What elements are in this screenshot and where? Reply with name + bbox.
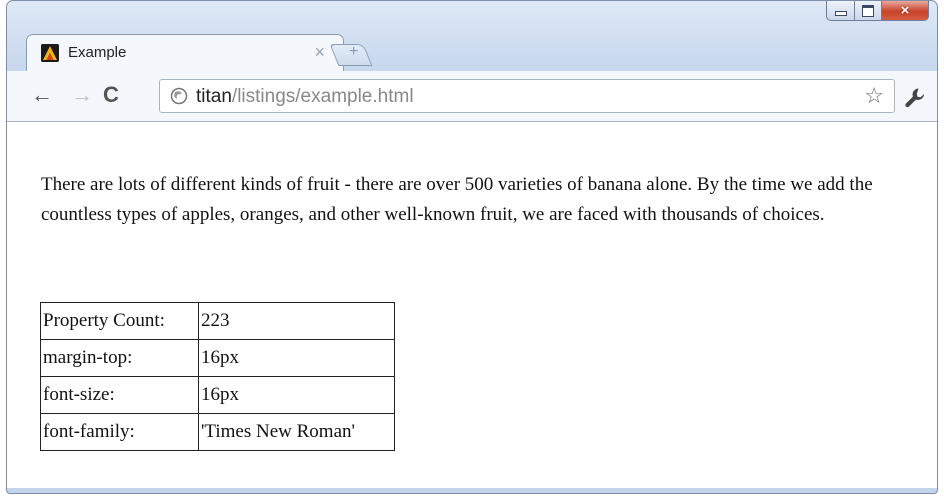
window-controls: × bbox=[826, 1, 929, 23]
wrench-icon[interactable] bbox=[903, 86, 927, 110]
page-icon bbox=[170, 87, 188, 105]
property-key: margin-top: bbox=[40, 339, 199, 377]
url-text: titan/listings/example.html bbox=[196, 86, 414, 108]
intro-paragraph: There are lots of different kinds of fru… bbox=[41, 174, 873, 225]
property-value: 16px bbox=[198, 376, 395, 414]
url-path: /listings/example.html bbox=[231, 86, 414, 107]
table-row: Property Count: 223 bbox=[40, 302, 395, 340]
minimize-icon bbox=[834, 11, 847, 16]
reload-button[interactable]: C bbox=[103, 81, 119, 109]
bookmark-star-icon[interactable]: ☆ bbox=[864, 83, 884, 109]
close-window-button[interactable]: × bbox=[882, 1, 929, 21]
maximize-button[interactable] bbox=[855, 1, 882, 21]
property-value: 'Times New Roman' bbox=[198, 413, 395, 451]
forward-button[interactable]: → bbox=[71, 81, 93, 109]
toolbar: ← → C titan/listings/example.html ☆ bbox=[7, 71, 937, 122]
property-key: Property Count: bbox=[40, 302, 199, 340]
tab-close-icon[interactable]: × bbox=[314, 42, 325, 63]
maximize-icon bbox=[862, 4, 874, 17]
minimize-button[interactable] bbox=[826, 1, 855, 21]
close-icon: × bbox=[900, 2, 910, 19]
page-content: There are lots of different kinds of fru… bbox=[7, 122, 937, 488]
property-value: 16px bbox=[198, 339, 395, 377]
table-row: margin-top: 16px bbox=[40, 339, 395, 377]
property-key: font-family: bbox=[40, 413, 199, 451]
property-value: 223 bbox=[198, 302, 395, 340]
tab-example[interactable]: Example × bbox=[26, 34, 344, 71]
property-table: Property Count: 223 margin-top: 16px fon… bbox=[40, 302, 395, 451]
back-button[interactable]: ← bbox=[31, 81, 53, 109]
table-row: font-size: 16px bbox=[40, 376, 395, 414]
address-bar[interactable]: titan/listings/example.html ☆ bbox=[159, 79, 895, 113]
tab-title: Example bbox=[68, 44, 127, 61]
titan-icon bbox=[41, 44, 59, 62]
url-host: titan bbox=[196, 86, 232, 107]
plus-icon: + bbox=[349, 43, 359, 60]
table-row: font-family: 'Times New Roman' bbox=[40, 413, 395, 451]
property-key: font-size: bbox=[40, 376, 199, 414]
